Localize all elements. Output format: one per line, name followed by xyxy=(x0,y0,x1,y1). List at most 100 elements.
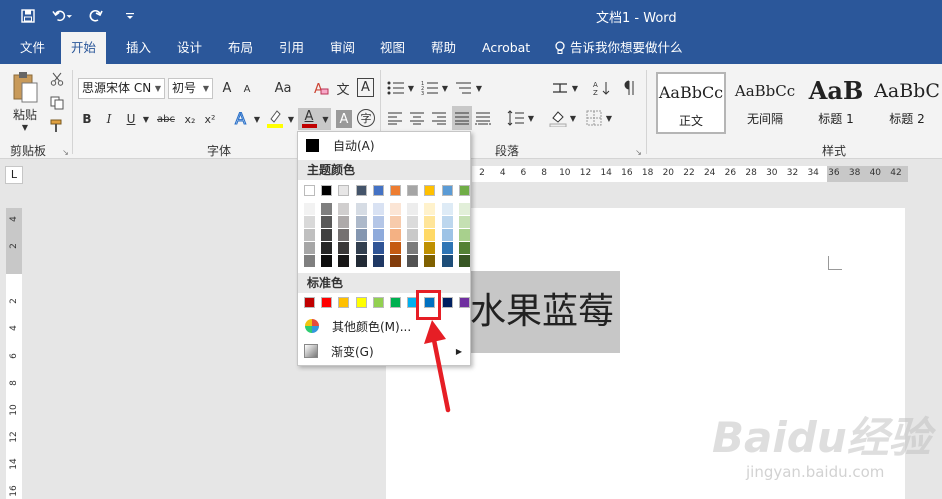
align-right-icon[interactable] xyxy=(430,108,448,128)
theme-shade-swatch[interactable] xyxy=(304,216,315,228)
bullets-dropdown-icon[interactable]: ▼ xyxy=(406,80,416,96)
bold-button[interactable]: B xyxy=(80,110,94,128)
phonetic-guide-button[interactable]: 文 xyxy=(334,78,352,98)
line-spacing-icon[interactable] xyxy=(506,108,526,128)
theme-shade-swatch[interactable] xyxy=(407,229,419,241)
style-no-spacing[interactable]: AaBbCc 无间隔 xyxy=(730,72,800,134)
tab-help[interactable]: 帮助 xyxy=(429,32,458,64)
align-center-icon[interactable] xyxy=(408,108,426,128)
theme-shade-swatch[interactable] xyxy=(321,255,333,267)
theme-shade-swatch[interactable] xyxy=(390,255,401,267)
tab-insert[interactable]: 插入 xyxy=(124,32,153,64)
shrink-font-button[interactable]: A xyxy=(239,80,255,98)
multilevel-dropdown-icon[interactable]: ▼ xyxy=(474,80,484,96)
paste-icon[interactable] xyxy=(9,70,41,106)
theme-shade-swatch[interactable] xyxy=(458,229,470,241)
distributed-icon[interactable] xyxy=(474,108,492,128)
theme-shade-swatch[interactable] xyxy=(355,255,367,267)
enclose-characters-button[interactable]: 字 xyxy=(357,109,375,127)
theme-color-swatch[interactable] xyxy=(424,185,436,196)
character-shading-button[interactable]: A xyxy=(336,110,352,128)
theme-shade-swatch[interactable] xyxy=(390,203,401,215)
sort-icon[interactable]: AZ xyxy=(592,78,612,98)
horizontal-ruler[interactable]: 2 4 6 8 10 12 14 16 18 20 22 24 26 28 30 32 34 36 38 40 42 xyxy=(472,166,908,182)
theme-shade-swatch[interactable] xyxy=(441,216,453,228)
theme-color-swatch[interactable] xyxy=(355,185,367,196)
paste-dropdown-icon[interactable]: ▼ xyxy=(18,122,32,132)
theme-shade-swatch[interactable] xyxy=(441,255,453,267)
shading-dropdown-icon[interactable]: ▼ xyxy=(568,110,578,126)
auto-color-item[interactable]: 自动(A) xyxy=(298,134,470,156)
theme-shade-swatch[interactable] xyxy=(424,229,436,241)
style-heading-2[interactable]: AaBbC 标题 2 xyxy=(872,72,942,134)
show-marks-icon[interactable] xyxy=(620,78,640,98)
theme-shade-swatch[interactable] xyxy=(372,255,384,267)
numbering-dropdown-icon[interactable]: ▼ xyxy=(440,80,450,96)
strikethrough-button[interactable]: abc xyxy=(155,110,177,128)
theme-color-swatch[interactable] xyxy=(338,185,350,196)
chinese-layout-icon[interactable] xyxy=(550,78,570,98)
theme-shade-swatch[interactable] xyxy=(338,255,350,267)
theme-shade-swatch[interactable] xyxy=(321,203,333,215)
theme-shade-swatch[interactable] xyxy=(407,203,419,215)
undo-icon[interactable] xyxy=(52,6,72,26)
theme-shade-swatch[interactable] xyxy=(424,216,436,228)
standard-color-swatch[interactable] xyxy=(390,297,401,308)
theme-color-swatch[interactable] xyxy=(372,185,384,196)
theme-shade-swatch[interactable] xyxy=(407,216,419,228)
font-name-dropdown[interactable]: 思源宋体 CN ▼ xyxy=(78,78,165,99)
font-color-dropdown-icon[interactable]: ▼ xyxy=(320,108,331,130)
tab-references[interactable]: 引用 xyxy=(277,32,306,64)
tab-acrobat[interactable]: Acrobat xyxy=(480,32,532,64)
underline-dropdown-icon[interactable]: ▼ xyxy=(141,110,151,128)
save-icon[interactable] xyxy=(18,6,38,26)
tab-file[interactable]: 文件 xyxy=(18,32,47,64)
justify-icon[interactable] xyxy=(452,106,472,130)
standard-color-swatch[interactable] xyxy=(458,297,470,308)
style-normal[interactable]: AaBbCc 正文 xyxy=(656,72,726,134)
theme-shade-swatch[interactable] xyxy=(372,229,384,241)
font-color-button[interactable]: A xyxy=(298,108,320,130)
copy-icon[interactable] xyxy=(48,94,66,112)
theme-shade-swatch[interactable] xyxy=(355,203,367,215)
borders-dropdown-icon[interactable]: ▼ xyxy=(604,110,614,126)
theme-shade-swatch[interactable] xyxy=(424,203,436,215)
standard-color-swatch[interactable] xyxy=(372,297,384,308)
theme-shade-swatch[interactable] xyxy=(424,255,436,267)
theme-shade-swatch[interactable] xyxy=(372,242,384,254)
theme-shade-swatch[interactable] xyxy=(338,216,350,228)
clipboard-launcher-icon[interactable]: ↘ xyxy=(61,148,70,157)
theme-shade-swatch[interactable] xyxy=(321,242,333,254)
tab-view[interactable]: 视图 xyxy=(378,32,407,64)
theme-color-swatch[interactable] xyxy=(390,185,401,196)
numbering-icon[interactable]: 123 xyxy=(420,78,440,98)
theme-shade-swatch[interactable] xyxy=(304,229,315,241)
tab-home[interactable]: 开始 xyxy=(61,32,107,64)
theme-shade-swatch[interactable] xyxy=(458,203,470,215)
theme-shade-swatch[interactable] xyxy=(390,242,401,254)
theme-shade-swatch[interactable] xyxy=(441,229,453,241)
theme-shade-swatch[interactable] xyxy=(321,216,333,228)
theme-shade-swatch[interactable] xyxy=(458,242,470,254)
superscript-button[interactable]: x² xyxy=(202,110,218,128)
clear-formatting-icon[interactable]: A xyxy=(312,78,330,98)
theme-shade-swatch[interactable] xyxy=(458,216,470,228)
theme-shade-swatch[interactable] xyxy=(458,255,470,267)
redo-icon[interactable] xyxy=(86,6,106,26)
tab-layout[interactable]: 布局 xyxy=(226,32,255,64)
theme-shade-swatch[interactable] xyxy=(304,255,315,267)
theme-shade-swatch[interactable] xyxy=(338,203,350,215)
italic-button[interactable]: I xyxy=(102,110,116,128)
vertical-ruler[interactable]: 4 2 2 4 6 8 10 12 14 16 xyxy=(6,208,22,499)
chinese-layout-dropdown-icon[interactable]: ▼ xyxy=(570,80,580,96)
theme-shade-swatch[interactable] xyxy=(355,242,367,254)
character-border-button[interactable]: A xyxy=(357,78,374,97)
theme-shade-swatch[interactable] xyxy=(338,229,350,241)
borders-icon[interactable] xyxy=(584,108,604,128)
theme-color-swatch[interactable] xyxy=(304,185,315,196)
tab-selector[interactable]: L xyxy=(5,166,23,184)
highlight-color-icon[interactable] xyxy=(265,108,285,130)
multilevel-list-icon[interactable] xyxy=(454,78,474,98)
style-heading-1[interactable]: AaB 标题 1 xyxy=(801,72,871,134)
standard-color-swatch[interactable] xyxy=(441,297,453,308)
